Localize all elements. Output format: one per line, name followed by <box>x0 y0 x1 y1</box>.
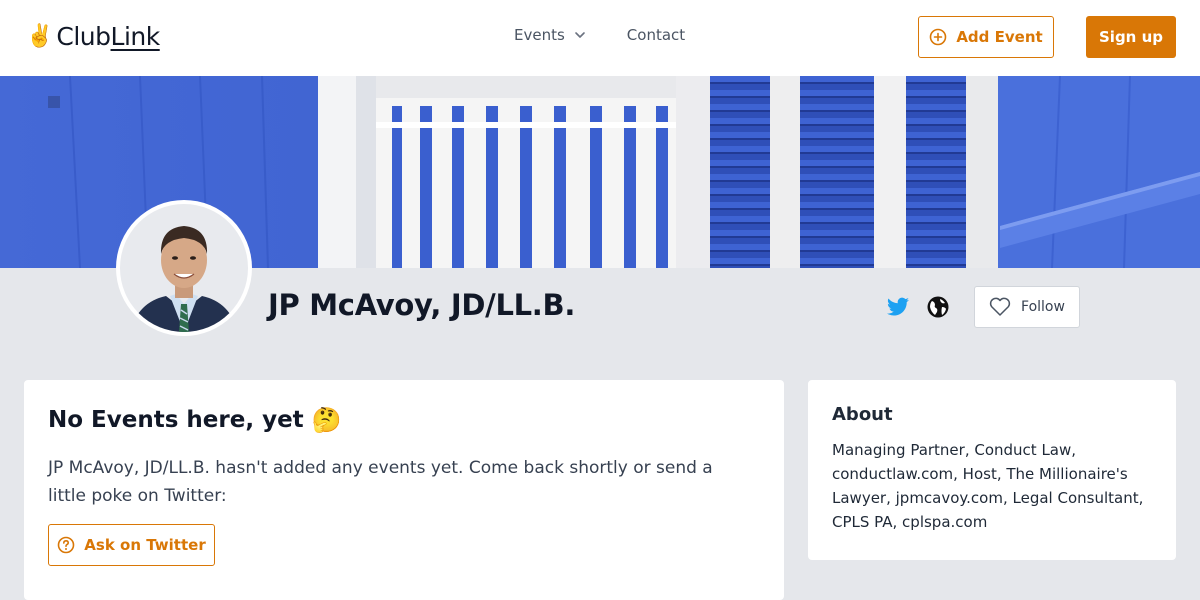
events-card: No Events here, yet 🤔 JP McAvoy, JD/LL.B… <box>24 380 784 600</box>
heart-outline-icon <box>989 297 1011 316</box>
sign-up-label: Sign up <box>1099 28 1163 46</box>
globe-icon[interactable] <box>926 295 950 319</box>
follow-button[interactable]: Follow <box>974 286 1080 328</box>
main-nav: Events Contact <box>514 26 685 44</box>
victory-hand-icon: ✌️ <box>26 23 54 49</box>
top-navbar: ✌️ ClubLink Events Contact Add Event Sig… <box>0 0 1200 76</box>
sign-up-button[interactable]: Sign up <box>1086 16 1176 58</box>
nav-events-dropdown[interactable]: Events <box>514 26 587 44</box>
no-events-heading: No Events here, yet 🤔 <box>48 406 342 434</box>
nav-contact-label: Contact <box>626 26 686 44</box>
clublink-logo[interactable]: ✌️ ClubLink <box>26 22 160 51</box>
about-description: Managing Partner, Conduct Law, conductla… <box>832 441 1144 531</box>
chevron-down-icon <box>574 32 585 38</box>
add-event-label: Add Event <box>956 28 1043 46</box>
add-event-button[interactable]: Add Event <box>918 16 1054 58</box>
logo-prefix: Club <box>56 22 111 51</box>
profile-avatar <box>116 200 252 336</box>
no-events-message: JP McAvoy, JD/LL.B. hasn't added any eve… <box>48 458 713 506</box>
thinking-face-icon: 🤔 <box>311 406 342 434</box>
about-card: About Managing Partner, Conduct Law, con… <box>808 380 1176 560</box>
about-heading: About <box>832 404 893 425</box>
nav-contact-link[interactable]: Contact <box>627 26 685 44</box>
logo-wordmark: ClubLink <box>56 22 161 51</box>
no-events-title: No Events here, yet <box>48 407 304 433</box>
plus-circle-icon <box>930 28 947 46</box>
question-circle-icon <box>57 536 75 554</box>
ask-on-twitter-button[interactable]: Ask on Twitter <box>48 524 215 566</box>
avatar-photo <box>120 204 248 332</box>
follow-label: Follow <box>1021 299 1065 315</box>
ask-on-twitter-label: Ask on Twitter <box>84 536 206 554</box>
logo-suffix: Link <box>110 22 161 51</box>
nav-events-label: Events <box>514 26 565 44</box>
profile-name: JP McAvoy, JD/LL.B. <box>268 288 576 322</box>
twitter-icon[interactable] <box>886 295 910 319</box>
